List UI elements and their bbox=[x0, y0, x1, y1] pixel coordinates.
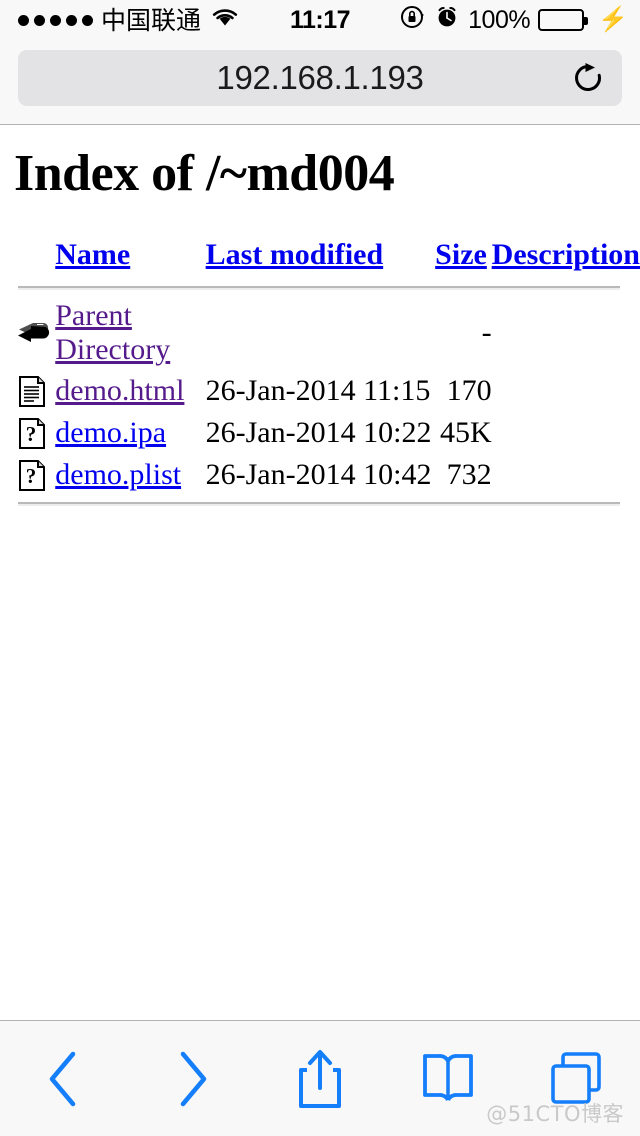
file-link[interactable]: demo.html bbox=[55, 374, 184, 407]
header-icon-spacer bbox=[0, 238, 55, 280]
last-modified-cell bbox=[206, 296, 436, 370]
header-description: Description bbox=[492, 238, 640, 280]
sort-by-name-link[interactable]: Name bbox=[55, 238, 130, 271]
browser-chrome: 192.168.1.193 bbox=[0, 40, 640, 125]
header-name: Name bbox=[55, 238, 205, 280]
table-row: ? demo.ipa 26-Jan-2014 10:22 45K bbox=[0, 412, 640, 454]
share-icon[interactable] bbox=[275, 1034, 365, 1124]
url-text: 192.168.1.193 bbox=[216, 59, 424, 96]
footer-rule-row bbox=[0, 496, 640, 512]
bookmarks-book-icon[interactable] bbox=[403, 1034, 493, 1124]
svg-text:?: ? bbox=[26, 422, 37, 446]
description-cell bbox=[492, 296, 640, 370]
horizontal-rule-bottom bbox=[18, 502, 620, 506]
table-header-row: Name Last modified Size Description bbox=[0, 238, 640, 280]
status-bar: 中国联通 11:17 100% ⚡ bbox=[0, 0, 640, 40]
web-page-content: Index of /~md004 Name Last modified Size… bbox=[0, 126, 640, 1020]
page-title: Index of /~md004 bbox=[14, 145, 395, 202]
size-cell: 170 bbox=[446, 374, 492, 407]
forward-chevron-icon[interactable] bbox=[147, 1034, 237, 1124]
table-row: ? demo.plist 26-Jan-2014 10:42 732 bbox=[0, 454, 640, 496]
sort-by-date-link[interactable]: Last modified bbox=[206, 238, 384, 271]
browser-bottom-toolbar: @51CTO博客 bbox=[0, 1020, 640, 1136]
description-cell bbox=[492, 370, 640, 412]
battery-icon bbox=[538, 9, 589, 31]
file-name-cell: demo.plist bbox=[55, 454, 205, 496]
sort-by-size-link[interactable]: Size bbox=[435, 238, 487, 271]
url-bar[interactable]: 192.168.1.193 bbox=[18, 50, 622, 106]
file-name-cell: demo.html bbox=[55, 370, 205, 412]
reload-icon[interactable] bbox=[568, 58, 608, 98]
file-link[interactable]: demo.ipa bbox=[55, 416, 166, 449]
header-size: Size bbox=[435, 238, 492, 280]
tabs-icon[interactable] bbox=[531, 1034, 621, 1124]
battery-percent-label: 100% bbox=[468, 5, 531, 34]
last-modified-cell: 26-Jan-2014 10:42 bbox=[205, 458, 432, 491]
status-bar-right: 100% ⚡ bbox=[400, 4, 628, 37]
rotation-lock-icon bbox=[400, 4, 426, 37]
charging-bolt-icon: ⚡ bbox=[598, 6, 628, 33]
header-rule-row bbox=[0, 280, 640, 296]
table-row: Parent Directory - bbox=[0, 296, 640, 370]
alarm-clock-icon bbox=[434, 4, 460, 37]
size-cell: - bbox=[481, 316, 492, 349]
horizontal-rule-top bbox=[18, 286, 620, 290]
header-last-modified: Last modified bbox=[206, 238, 436, 280]
file-link[interactable]: demo.plist bbox=[55, 458, 181, 491]
table-row: demo.html 26-Jan-2014 11:15 170 bbox=[0, 370, 640, 412]
last-modified-cell: 26-Jan-2014 10:22 bbox=[205, 416, 432, 449]
directory-rows: Parent Directory - demo.html 26-Jan-2014 1… bbox=[0, 296, 640, 496]
unknown-file-icon: ? bbox=[0, 412, 55, 454]
file-name-cell: Parent Directory bbox=[55, 296, 205, 370]
size-cell: 732 bbox=[446, 458, 492, 491]
last-modified-cell: 26-Jan-2014 11:15 bbox=[205, 374, 431, 407]
size-cell: 45K bbox=[440, 416, 492, 449]
back-chevron-icon[interactable] bbox=[19, 1034, 109, 1124]
sort-by-description-link[interactable]: Description bbox=[492, 238, 640, 271]
description-cell bbox=[492, 412, 640, 454]
file-link[interactable]: Parent Directory bbox=[55, 299, 170, 366]
unknown-file-icon: ? bbox=[0, 454, 55, 496]
svg-text:?: ? bbox=[26, 464, 37, 488]
back-arrow-icon bbox=[0, 296, 55, 370]
text-document-icon bbox=[0, 370, 55, 412]
directory-listing-table: Name Last modified Size Description Pare… bbox=[0, 238, 640, 512]
file-name-cell: demo.ipa bbox=[55, 412, 205, 454]
description-cell bbox=[492, 454, 640, 496]
